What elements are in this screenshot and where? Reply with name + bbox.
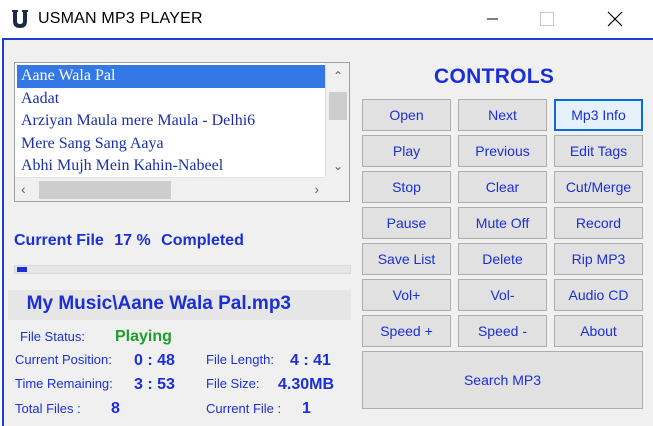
time-remaining-label: Time Remaining: bbox=[15, 376, 113, 391]
current-file-label: Current File : bbox=[206, 401, 282, 416]
scroll-left-icon[interactable]: ‹ bbox=[21, 181, 26, 197]
current-path-box: My Music\Aane Wala Pal.mp3 bbox=[8, 290, 351, 320]
controls-title: CONTROLS bbox=[434, 65, 555, 88]
time-remaining-value: 3 : 53 bbox=[134, 376, 175, 393]
current-position-label: Current Position: bbox=[15, 352, 112, 367]
current-file-value: 1 bbox=[302, 400, 311, 417]
previous-button[interactable]: Previous bbox=[458, 135, 547, 167]
current-path: My Music\Aane Wala Pal.mp3 bbox=[26, 293, 291, 314]
playlist-items: Aane Wala Pal Aadat Arziyan Maula mere M… bbox=[17, 65, 325, 177]
search-mp3-button[interactable]: Search MP3 bbox=[362, 351, 643, 409]
maximize-button bbox=[524, 0, 570, 38]
scroll-up-icon[interactable]: ⌃ bbox=[326, 69, 350, 83]
close-button[interactable] bbox=[592, 0, 638, 38]
file-length-value: 4 : 41 bbox=[290, 352, 331, 369]
rip-mp3-button[interactable]: Rip MP3 bbox=[554, 243, 643, 275]
progress-label: Current File bbox=[14, 232, 104, 249]
maximize-icon bbox=[540, 12, 554, 26]
cut-merge-button[interactable]: Cut/Merge bbox=[554, 171, 643, 203]
vertical-scroll-thumb[interactable] bbox=[329, 92, 347, 120]
edit-tags-button[interactable]: Edit Tags bbox=[554, 135, 643, 167]
file-length-label: File Length: bbox=[206, 352, 274, 367]
delete-button[interactable]: Delete bbox=[458, 243, 547, 275]
minimize-button[interactable] bbox=[470, 0, 516, 38]
pause-button[interactable]: Pause bbox=[362, 207, 451, 239]
progress-bar[interactable] bbox=[14, 265, 351, 274]
list-item[interactable]: Abhi Mujh Mein Kahin-Nabeel bbox=[17, 155, 325, 177]
total-files-value: 8 bbox=[111, 400, 120, 417]
play-button[interactable]: Play bbox=[362, 135, 451, 167]
list-item[interactable]: Mere Sang Sang Aaya bbox=[17, 133, 325, 156]
window-title: USMAN MP3 PLAYER bbox=[38, 10, 203, 27]
scroll-corner bbox=[325, 177, 349, 201]
clear-button[interactable]: Clear bbox=[458, 171, 547, 203]
speed-up-button[interactable]: Speed + bbox=[362, 315, 451, 347]
about-button[interactable]: About bbox=[554, 315, 643, 347]
file-size-label: File Size: bbox=[206, 376, 260, 391]
file-status-label: File Status: bbox=[20, 329, 86, 344]
title-bar: USMAN MP3 PLAYER bbox=[0, 0, 653, 38]
close-icon bbox=[607, 11, 623, 27]
total-files-label: Total Files : bbox=[15, 401, 81, 416]
mute-off-button[interactable]: Mute Off bbox=[458, 207, 547, 239]
horizontal-scroll-thumb[interactable] bbox=[39, 181, 171, 199]
audio-cd-button[interactable]: Audio CD bbox=[554, 279, 643, 311]
progress-fill bbox=[17, 267, 27, 272]
list-item[interactable]: Aane Wala Pal bbox=[17, 65, 325, 88]
file-status-value: Playing bbox=[115, 328, 172, 345]
volume-down-button[interactable]: Vol- bbox=[458, 279, 547, 311]
playlist-box[interactable]: Aane Wala Pal Aadat Arziyan Maula mere M… bbox=[14, 62, 350, 202]
stop-button[interactable]: Stop bbox=[362, 171, 451, 203]
horizontal-scrollbar[interactable]: ‹ › bbox=[15, 177, 325, 201]
scroll-right-icon[interactable]: › bbox=[314, 181, 319, 197]
record-button[interactable]: Record bbox=[554, 207, 643, 239]
progress-suffix: Completed bbox=[161, 232, 244, 249]
scroll-down-icon[interactable]: ⌄ bbox=[326, 159, 350, 173]
minimize-icon bbox=[487, 18, 498, 20]
mp3-info-button[interactable]: Mp3 Info bbox=[554, 99, 643, 131]
progress-status: Current File 17 % Completed bbox=[14, 232, 250, 250]
current-position-value: 0 : 48 bbox=[134, 352, 175, 369]
progress-percent: 17 % bbox=[114, 232, 151, 249]
list-item[interactable]: Aadat bbox=[17, 88, 325, 111]
vertical-scrollbar[interactable]: ⌃ ⌄ bbox=[325, 63, 349, 177]
next-button[interactable]: Next bbox=[458, 99, 547, 131]
save-list-button[interactable]: Save List bbox=[362, 243, 451, 275]
app-u-icon bbox=[12, 10, 28, 28]
file-size-value: 4.30MB bbox=[278, 376, 335, 393]
list-item[interactable]: Arziyan Maula mere Maula - Delhi6 bbox=[17, 110, 325, 133]
volume-up-button[interactable]: Vol+ bbox=[362, 279, 451, 311]
speed-down-button[interactable]: Speed - bbox=[458, 315, 547, 347]
open-button[interactable]: Open bbox=[362, 99, 451, 131]
